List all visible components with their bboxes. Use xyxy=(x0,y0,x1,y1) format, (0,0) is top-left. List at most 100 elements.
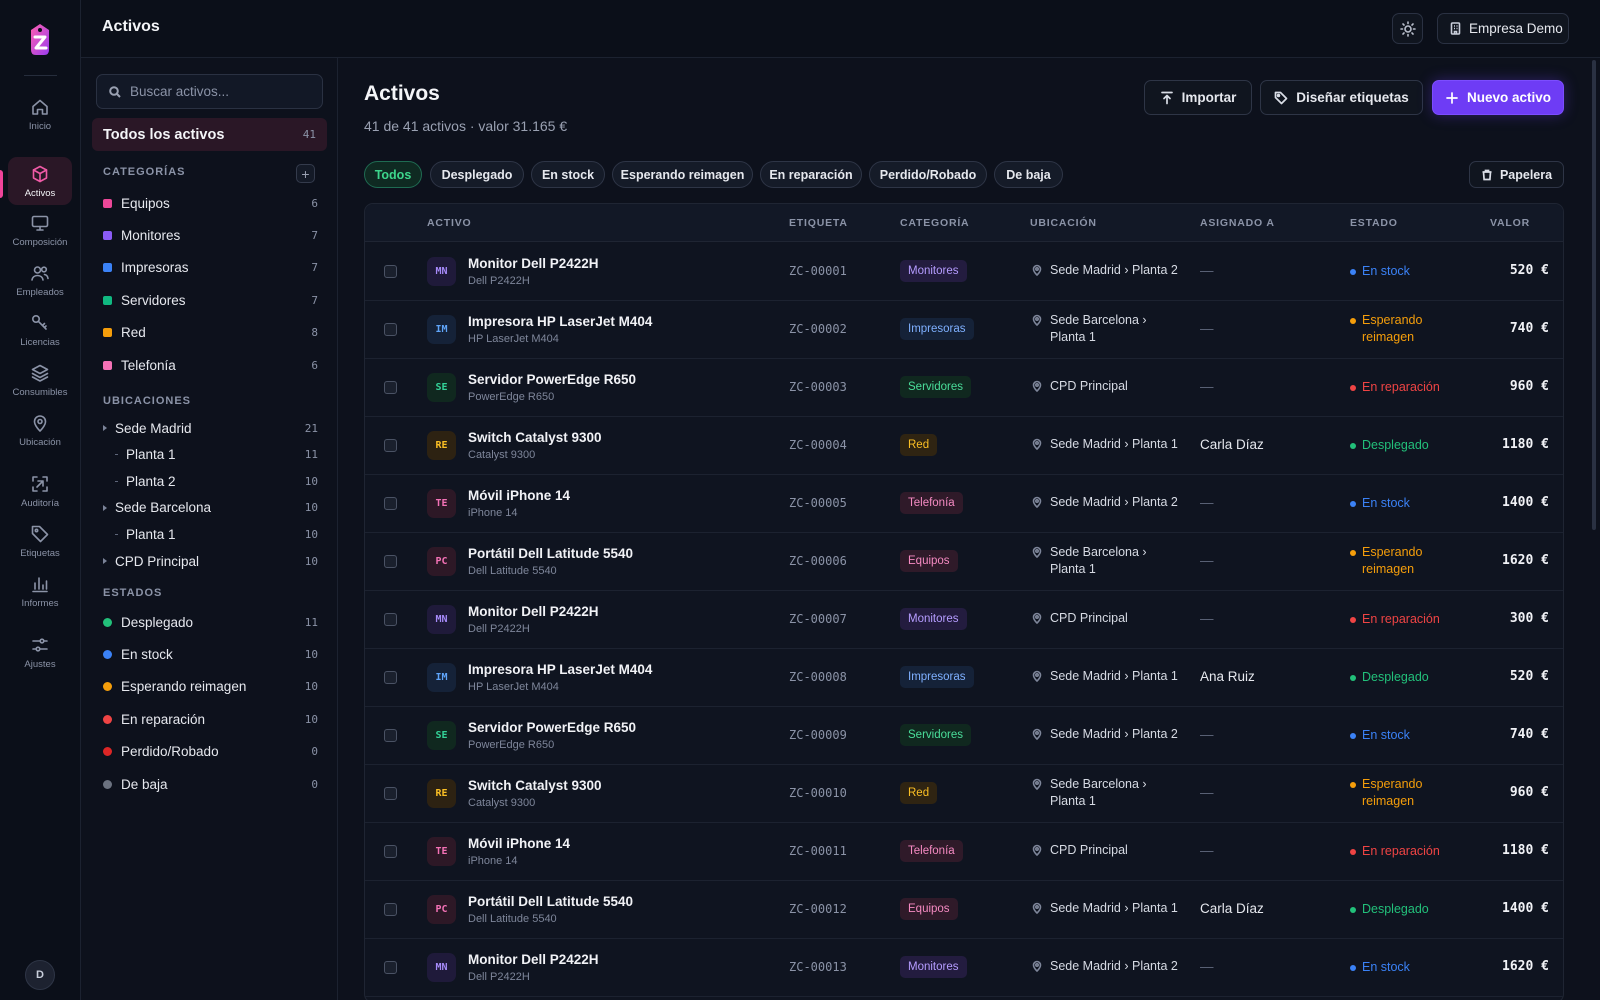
sidebar-category-item[interactable]: Equipos 6 xyxy=(103,192,318,214)
expand-caret-icon[interactable] xyxy=(103,558,107,564)
new-asset-button[interactable]: Nuevo activo xyxy=(1432,80,1564,115)
asset-name[interactable]: Monitor Dell P2422H xyxy=(468,604,599,619)
design-labels-button[interactable]: Diseñar etiquetas xyxy=(1260,80,1423,115)
table-row[interactable]: RE Switch Catalyst 9300 Catalyst 9300 ZC-00… xyxy=(365,764,1563,823)
table-row[interactable]: PC Portátil Dell Latitude 5540 Dell Latitu… xyxy=(365,532,1563,591)
nav-item-home[interactable]: Inicio xyxy=(8,90,72,138)
sidebar-category-item[interactable]: Telefonía 6 xyxy=(103,354,318,376)
sidebar-status-item[interactable]: De baja 0 xyxy=(103,773,318,795)
asset-name[interactable]: Impresora HP LaserJet M404 xyxy=(468,662,652,677)
table-row[interactable]: SE Servidor PowerEdge R650 PowerEdge R650 Z… xyxy=(365,358,1563,417)
nav-item-box[interactable]: Activos xyxy=(8,157,72,205)
asset-name[interactable]: Móvil iPhone 14 xyxy=(468,488,570,503)
sidebar-location-item[interactable]: Sede Madrid 21 xyxy=(103,417,318,439)
column-header-value[interactable]: VALOR xyxy=(1490,217,1530,229)
sidebar-status-item[interactable]: En stock 10 xyxy=(103,643,318,665)
filter-chip[interactable]: En stock xyxy=(531,161,605,188)
column-header-asset[interactable]: ACTIVO xyxy=(427,217,471,229)
table-row[interactable]: MN Monitor Dell P2422H Dell P2422H ZC-00007… xyxy=(365,590,1563,649)
filter-chip[interactable]: Esperando reimagen xyxy=(612,161,753,188)
filter-chip[interactable]: Perdido/Robado xyxy=(869,161,987,188)
asset-name[interactable]: Portátil Dell Latitude 5540 xyxy=(468,894,633,909)
column-header-category[interactable]: CATEGORÍA xyxy=(900,217,969,229)
asset-name[interactable]: Impresora HP LaserJet M404 xyxy=(468,314,652,329)
column-header-status[interactable]: ESTADO xyxy=(1350,217,1398,229)
row-checkbox[interactable] xyxy=(384,439,397,452)
row-checkbox[interactable] xyxy=(384,729,397,742)
nav-item-tag[interactable]: Etiquetas xyxy=(8,517,72,565)
row-checkbox[interactable] xyxy=(384,961,397,974)
sidebar-category-item[interactable]: Impresoras 7 xyxy=(103,257,318,279)
asset-name[interactable]: Switch Catalyst 9300 xyxy=(468,430,602,445)
add-category-button[interactable]: + xyxy=(296,164,315,183)
asset-name[interactable]: Monitor Dell P2422H xyxy=(468,952,599,967)
sidebar-category-item[interactable]: Monitores 7 xyxy=(103,224,318,246)
row-checkbox[interactable] xyxy=(384,497,397,510)
nav-item-sliders[interactable]: Ajustes xyxy=(8,628,72,676)
row-checkbox[interactable] xyxy=(384,323,397,336)
expand-caret-icon[interactable] xyxy=(103,504,107,511)
row-checkbox[interactable] xyxy=(384,903,397,916)
table-row[interactable]: SE Servidor PowerEdge R650 PowerEdge R650 Z… xyxy=(365,706,1563,765)
asset-name[interactable]: Monitor Dell P2422H xyxy=(468,256,599,271)
nav-item-scan[interactable]: Auditoría xyxy=(8,467,72,515)
sidebar-location-item[interactable]: CPD Principal 10 xyxy=(103,550,318,572)
table-row[interactable]: RE Switch Catalyst 9300 Catalyst 9300 ZC-00… xyxy=(365,416,1563,475)
asset-name[interactable]: Móvil iPhone 14 xyxy=(468,836,570,851)
all-assets-item[interactable]: Todos los activos 41 xyxy=(92,118,327,151)
column-header-assigned[interactable]: ASIGNADO A xyxy=(1200,217,1275,229)
sidebar-status-item[interactable]: En reparación 10 xyxy=(103,708,318,730)
table-row[interactable]: TE Móvil iPhone 14 iPhone 14 ZC-00005 Telefo… xyxy=(365,474,1563,533)
row-checkbox[interactable] xyxy=(384,845,397,858)
sidebar-status-item[interactable]: Esperando reimagen 10 xyxy=(103,676,318,698)
sidebar-status-item[interactable]: Desplegado 11 xyxy=(103,611,318,633)
row-checkbox[interactable] xyxy=(384,671,397,684)
table-row[interactable]: PC Portátil Dell Latitude 5540 Dell Latitu… xyxy=(365,880,1563,939)
nav-item-key[interactable]: Licencias xyxy=(8,306,72,354)
trash-button[interactable]: Papelera xyxy=(1469,161,1564,188)
company-selector-button[interactable]: Empresa Demo xyxy=(1437,13,1569,44)
asset-name[interactable]: Switch Catalyst 9300 xyxy=(468,778,602,793)
expand-caret-icon[interactable] xyxy=(103,425,107,431)
row-checkbox[interactable] xyxy=(384,381,397,394)
sidebar-category-item[interactable]: Servidores 7 xyxy=(103,289,318,311)
filter-chip[interactable]: En reparación xyxy=(760,161,862,188)
row-checkbox[interactable] xyxy=(384,265,397,278)
sidebar-location-item[interactable]: Planta 1 10 xyxy=(103,523,318,545)
filter-chip[interactable]: Todos xyxy=(364,161,422,188)
search-input[interactable] xyxy=(130,84,310,99)
user-avatar[interactable]: D xyxy=(25,960,55,990)
column-header-tag[interactable]: ETIQUETA xyxy=(789,217,848,229)
sidebar-status-item[interactable]: Perdido/Robado 0 xyxy=(103,741,318,763)
search-box[interactable] xyxy=(96,74,323,109)
table-row[interactable]: IM Impresora HP LaserJet M404 HP LaserJet … xyxy=(365,648,1563,707)
sidebar-location-item[interactable]: Planta 2 10 xyxy=(103,470,318,492)
location-text: CPD Principal xyxy=(1050,843,1128,857)
sidebar-location-item[interactable]: Planta 1 11 xyxy=(103,444,318,466)
nav-item-monitor[interactable]: Composición xyxy=(8,206,72,254)
nav-item-layers[interactable]: Consumibles xyxy=(8,356,72,404)
filter-chip[interactable]: Desplegado xyxy=(430,161,524,188)
nav-item-map-pin[interactable]: Ubicación xyxy=(8,406,72,454)
trash-label: Papelera xyxy=(1499,167,1553,182)
nav-item-users[interactable]: Empleados xyxy=(8,256,72,304)
nav-item-bar-chart[interactable]: Informes xyxy=(8,567,72,615)
sidebar-location-item[interactable]: Sede Barcelona 10 xyxy=(103,497,318,519)
row-checkbox[interactable] xyxy=(384,613,397,626)
asset-name[interactable]: Portátil Dell Latitude 5540 xyxy=(468,546,633,561)
theme-toggle-button[interactable] xyxy=(1392,13,1423,44)
table-row[interactable]: MN Monitor Dell P2422H Dell P2422H ZC-00001… xyxy=(365,242,1563,301)
table-row[interactable]: TE Móvil iPhone 14 iPhone 14 ZC-00011 Telefo… xyxy=(365,822,1563,881)
page-scrollbar[interactable] xyxy=(1592,60,1596,530)
asset-name[interactable]: Servidor PowerEdge R650 xyxy=(468,720,636,735)
filter-chip[interactable]: De baja xyxy=(994,161,1063,188)
column-header-location[interactable]: UBICACIÓN xyxy=(1030,217,1097,229)
import-button[interactable]: Importar xyxy=(1144,80,1252,115)
asset-name[interactable]: Servidor PowerEdge R650 xyxy=(468,372,636,387)
row-checkbox[interactable] xyxy=(384,555,397,568)
row-checkbox[interactable] xyxy=(384,787,397,800)
table-row[interactable]: MN Monitor Dell P2422H Dell P2422H ZC-00013… xyxy=(365,938,1563,997)
table-row[interactable]: IM Impresora HP LaserJet M404 HP LaserJet … xyxy=(365,300,1563,359)
app-logo-icon[interactable] xyxy=(25,22,55,58)
sidebar-category-item[interactable]: Red 8 xyxy=(103,322,318,344)
